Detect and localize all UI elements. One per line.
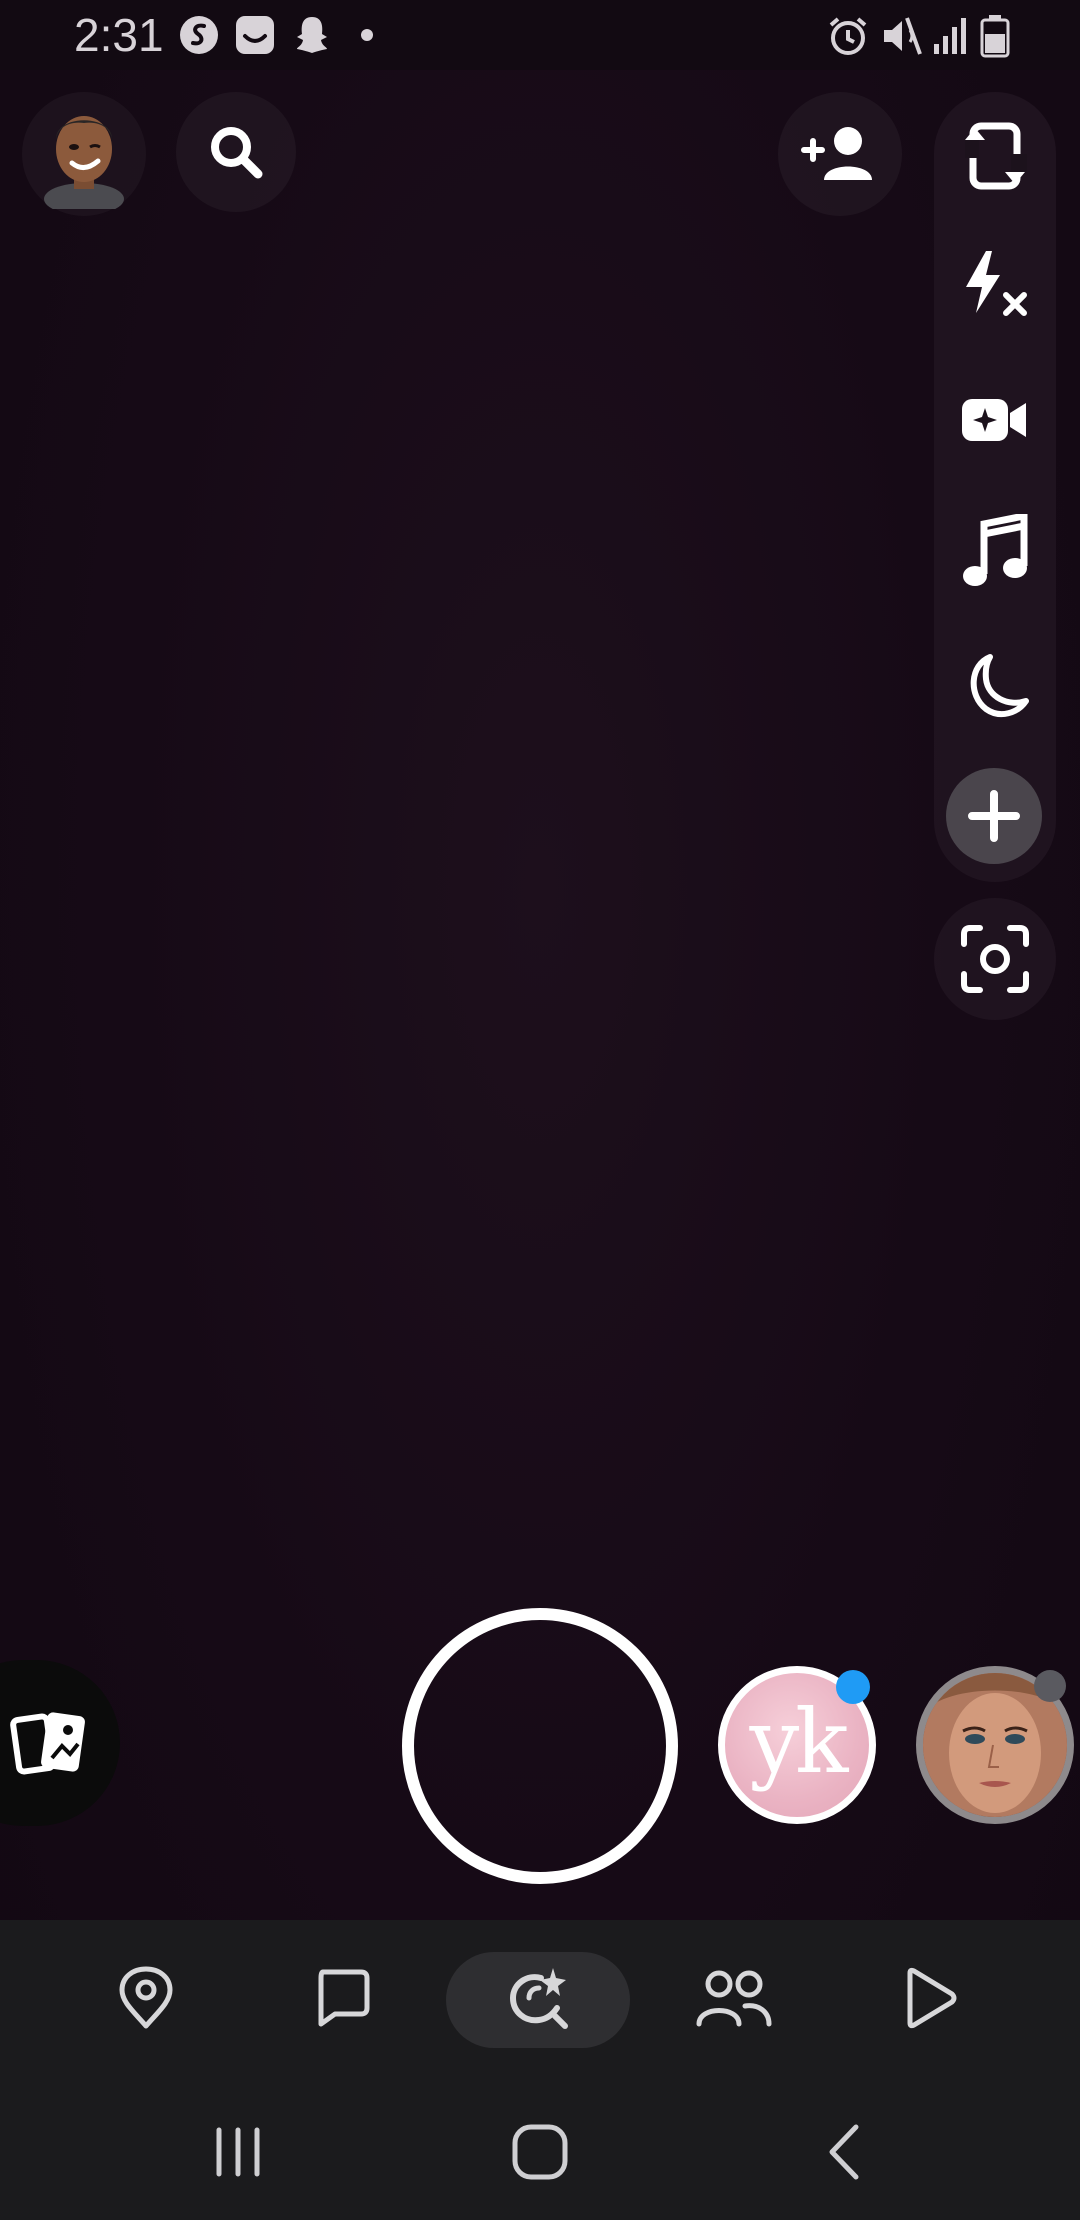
memories-button[interactable]: [0, 1660, 120, 1826]
alarm-icon: [826, 14, 870, 63]
scan-icon: [961, 925, 1029, 993]
status-bar: 2:31: [0, 0, 1080, 70]
search-icon: [211, 127, 263, 179]
flip-camera-icon: [965, 122, 1027, 190]
avatar-icon: [44, 116, 124, 209]
night-mode-icon: [970, 654, 1029, 718]
flip-camera-button[interactable]: [934, 96, 1056, 216]
nav-camera-button[interactable]: [478, 1950, 598, 2046]
music-note-icon: [963, 514, 1028, 586]
video-effects-icon: [962, 399, 1026, 441]
night-mode-button[interactable]: [934, 626, 1056, 746]
add-friend-icon: [801, 127, 872, 180]
signal-icon: [932, 14, 972, 61]
recent-apps-button[interactable]: [198, 2112, 278, 2192]
camera-lens-icon: [509, 1968, 568, 2029]
dot-icon: [360, 28, 374, 47]
bitmoji-avatar[interactable]: [22, 92, 146, 216]
recent-apps-icon: [216, 2127, 260, 2177]
more-tools-button[interactable]: [946, 768, 1042, 864]
friends-icon: [696, 1970, 772, 2027]
shazam-icon: [178, 14, 220, 61]
back-button[interactable]: [804, 2112, 884, 2192]
mute-icon: [880, 14, 924, 63]
plus-icon: [968, 790, 1020, 842]
nav-friends-button[interactable]: [674, 1950, 794, 2046]
music-button[interactable]: [934, 492, 1056, 612]
chat-icon: [318, 1969, 370, 2027]
home-icon: [512, 2124, 568, 2180]
home-button[interactable]: [500, 2112, 580, 2192]
add-friend-button[interactable]: [778, 92, 902, 216]
smile-app-icon: [234, 14, 276, 61]
back-icon: [829, 2124, 859, 2180]
search-button[interactable]: [176, 92, 296, 212]
map-pin-icon: [119, 1966, 173, 2029]
scan-button[interactable]: [934, 898, 1056, 1020]
battery-icon: [980, 14, 1010, 63]
snapchat-ghost-icon: [292, 14, 332, 61]
flash-button[interactable]: [934, 226, 1056, 346]
flash-off-icon: [966, 251, 1027, 316]
capture-shutter-button[interactable]: [402, 1608, 678, 1884]
video-effects-button[interactable]: [934, 360, 1056, 480]
memories-icon: [10, 1712, 85, 1775]
status-time: 2:31: [74, 9, 164, 61]
nav-chat-button[interactable]: [282, 1950, 402, 2046]
play-icon: [907, 1967, 957, 2029]
nav-spotlight-button[interactable]: [870, 1950, 990, 2046]
story-status-dot: [1034, 1670, 1066, 1702]
story-unread-dot: [836, 1670, 870, 1704]
story-bubble-label: yk: [749, 1689, 848, 1793]
nav-map-button[interactable]: [86, 1950, 206, 2046]
camera-screen[interactable]: 2:31 yk: [0, 0, 1080, 2220]
